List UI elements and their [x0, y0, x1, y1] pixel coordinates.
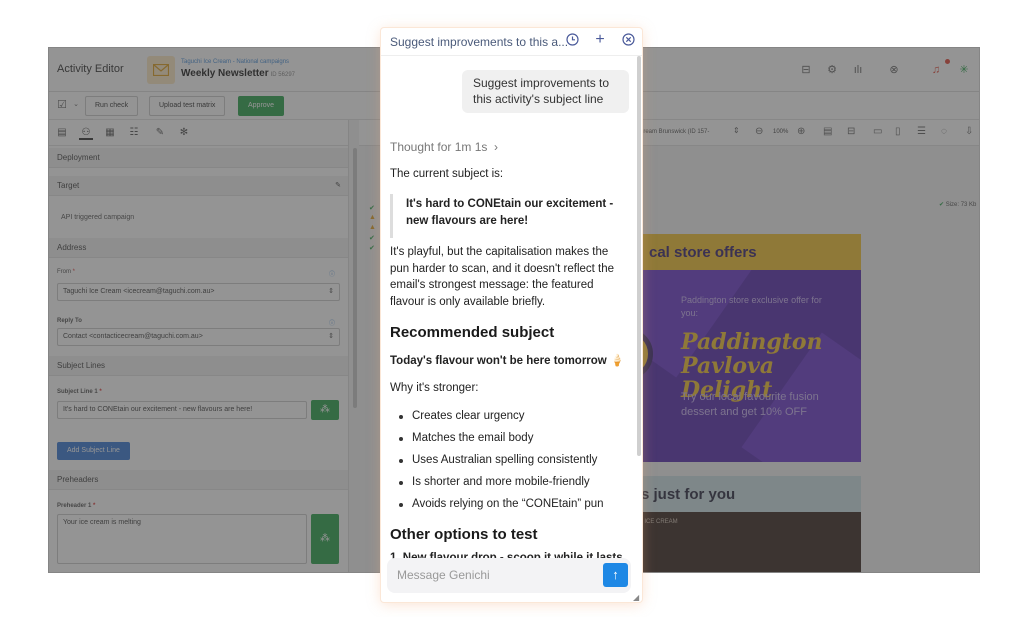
banner-heading: cal store offers — [649, 244, 757, 261]
close-icon[interactable] — [621, 33, 635, 47]
people-icon[interactable]: ⚇ — [79, 126, 93, 140]
warning-icon: ▲ — [369, 224, 376, 231]
message-input[interactable]: Message Genichi ↑ — [387, 558, 631, 593]
preheaders-section[interactable]: Preheaders — [49, 470, 348, 490]
store-select[interactable]: Cream Brunswick (ID 157- — [639, 129, 709, 135]
history-icon[interactable] — [565, 33, 579, 47]
upload-matrix-button[interactable]: Upload test matrix — [149, 96, 226, 116]
reason-item: Avoids relying on the “CONEtain” pun — [399, 498, 604, 510]
gear-icon[interactable]: ⚙ — [825, 63, 839, 77]
document-icon[interactable]: ▤ — [823, 126, 832, 137]
ice-cream-badge: ICE CREAM — [644, 519, 678, 525]
check-icon: ✔ — [369, 205, 375, 212]
resize-handle-icon[interactable]: ◢ — [633, 593, 639, 602]
mobile-icon[interactable]: ▯ — [895, 126, 901, 137]
activity-id: ID 56297 — [270, 72, 295, 78]
settings-icon[interactable]: ✻ — [177, 126, 191, 140]
sparkle-icon[interactable]: ✳ — [957, 63, 971, 77]
zoom-in-icon[interactable]: ⊕ — [797, 126, 805, 137]
warning-icon: ▲ — [369, 214, 376, 221]
deployment-section[interactable]: Deployment — [49, 148, 348, 168]
subject-line-label: Subject Line 1 * — [57, 389, 102, 395]
list-icon[interactable]: ▤ — [55, 126, 69, 140]
edit-icon[interactable]: ✎ — [335, 176, 341, 196]
current-subject-intro: The current subject is: — [390, 168, 504, 180]
save-icon[interactable]: ⊟ — [799, 63, 813, 77]
from-label: From * — [57, 269, 76, 275]
check-edit-icon[interactable]: ☑ — [55, 98, 69, 112]
bell-icon[interactable]: ♫ — [929, 63, 943, 77]
magic-wand-icon[interactable]: ⁂ — [311, 400, 339, 420]
other-options-heading: Other options to test — [390, 526, 538, 543]
chat-scrollbar[interactable] — [637, 56, 641, 456]
settings-panel: ▤ ⚇ ▦ ☷ ✎ ✻ Deployment Target ✎ API trigg… — [49, 120, 349, 572]
reason-item: Is shorter and more mobile-friendly — [399, 476, 590, 488]
check-icon: ✔ — [369, 235, 375, 242]
chat-header: Suggest improvements to this a... + — [381, 28, 642, 56]
from-select[interactable]: Taguchi Ice Cream <icecream@taguchi.com.… — [57, 283, 340, 301]
layout-icon[interactable]: ☷ — [127, 126, 141, 140]
ice-cream-image: ICE CREAM — [629, 512, 861, 572]
recommended-heading: Recommended subject — [390, 324, 555, 341]
just-for-you-banner: s just for you — [629, 476, 861, 512]
run-check-button[interactable]: Run check — [85, 96, 139, 116]
stats-icon[interactable]: ılı — [851, 63, 865, 77]
address-section[interactable]: Address — [49, 238, 348, 258]
promo-subtitle: Paddington store exclusive offer for you… — [681, 295, 822, 318]
magic-wand-icon[interactable]: ⁂ — [311, 514, 339, 564]
reply-to-label: Reply To — [57, 318, 82, 324]
reason-item: Matches the email body — [398, 432, 534, 444]
preheader-label: Preheader 1 * — [57, 503, 96, 509]
current-subject-quote: It's hard to CONEtain our excitement - n… — [390, 194, 622, 238]
thought-toggle[interactable]: Thought for 1m 1s › — [390, 140, 498, 154]
genichi-chat-panel: Suggest improvements to this a... + Sugg… — [381, 28, 642, 602]
local-offers-banner: cal store offers — [629, 234, 861, 270]
chat-messages: Suggest improvements to this activity's … — [381, 56, 633, 580]
dark-mode-icon[interactable]: ◌ — [941, 126, 947, 137]
analysis-text: It's playful, but the capitalisation mak… — [390, 246, 615, 308]
zoom-level: 100% — [773, 129, 789, 135]
promo-text: Try our local favourite fusion dessert a… — [681, 391, 819, 418]
target-value: API triggered campaign — [61, 214, 135, 221]
reason-item: Creates clear urgency — [399, 410, 525, 422]
chevron-updown-icon[interactable]: ⇕ — [733, 126, 740, 135]
approve-button[interactable]: Approve — [238, 96, 285, 116]
save-icon[interactable]: ⊟ — [847, 126, 855, 137]
download-icon[interactable]: ⇩ — [965, 126, 973, 137]
envelope-icon — [147, 56, 175, 84]
banner-heading: s just for you — [641, 486, 736, 503]
chat-title: Suggest improvements to this a... — [390, 35, 569, 49]
info-icon[interactable]: ⓘ — [329, 269, 335, 278]
grid-icon[interactable]: ▦ — [103, 126, 117, 140]
activity-name: Weekly Newsletter ID 56297 — [181, 68, 295, 79]
preheader-textarea[interactable]: Your ice cream is melting — [57, 514, 307, 564]
new-chat-icon[interactable]: + — [593, 32, 607, 48]
message-placeholder: Message Genichi — [397, 568, 490, 582]
promo-block: Paddington store exclusive offer for you… — [629, 270, 861, 462]
recommended-subject: Today's flavour won't be here tomorrow 🍦 — [390, 355, 625, 367]
why-intro: Why it's stronger: — [390, 382, 479, 394]
user-message: Suggest improvements to this activity's … — [462, 70, 629, 113]
campaign-link[interactable]: Taguchi Ice Cream - National campaigns — [181, 59, 289, 65]
send-button[interactable]: ↑ — [603, 563, 628, 587]
subject-line-input[interactable]: It's hard to CONEtain our excitement - n… — [57, 401, 307, 419]
info-icon[interactable]: ⓘ — [329, 318, 335, 327]
tag-icon[interactable]: ✎ — [153, 126, 167, 140]
target-section[interactable]: Target ✎ — [49, 176, 348, 196]
reply-to-select[interactable]: Contact <contacticecream@taguchi.com.au> — [57, 328, 340, 346]
panel-scrollbar[interactable] — [353, 148, 357, 408]
notification-dot — [945, 59, 950, 64]
reason-item: Uses Australian spelling consistently — [398, 454, 598, 466]
desktop-icon[interactable]: ▭ — [873, 126, 882, 137]
app-title: Activity Editor — [57, 63, 124, 75]
panel-tabs: ▤ ⚇ ▦ ☷ ✎ ✻ — [49, 120, 348, 146]
close-circle-icon[interactable]: ⊗ — [887, 63, 901, 77]
add-subject-line-button[interactable]: Add Subject Line — [57, 442, 130, 460]
chevron-down-icon[interactable]: ⌄ — [69, 98, 83, 112]
zoom-out-icon[interactable]: ⊖ — [755, 126, 763, 137]
text-view-icon[interactable]: ☰ — [917, 126, 926, 137]
size-indicator: ✔ Size: 73 Kb — [939, 202, 977, 208]
check-icon: ✔ — [369, 245, 375, 252]
subject-lines-section[interactable]: Subject Lines — [49, 356, 348, 376]
